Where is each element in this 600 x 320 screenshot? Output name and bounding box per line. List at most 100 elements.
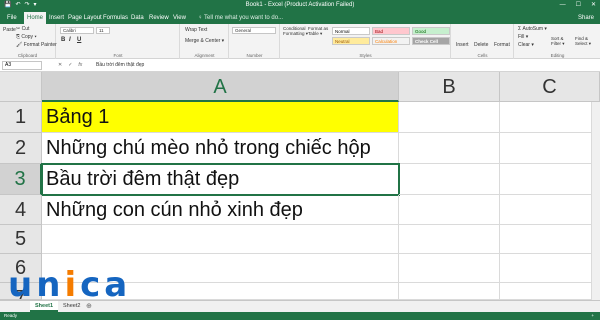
copy-button[interactable]: ⎘ Copy ▾: [16, 34, 37, 40]
column-header-a[interactable]: A: [42, 72, 399, 102]
add-sheet-icon[interactable]: ⊕: [86, 302, 92, 312]
cell-a5[interactable]: [42, 225, 399, 254]
paste-button[interactable]: Paste: [3, 27, 16, 33]
formula-bar: A3 ✕ ✓ fx Bầu trời đêm thật đẹp: [0, 59, 600, 72]
font-label: Font: [113, 53, 123, 58]
ribbon-tabs: File Home Insert Page Layout Formulas Da…: [0, 10, 600, 24]
style-neutral[interactable]: Neutral: [332, 37, 370, 45]
format-painter-button[interactable]: 🖌 Format Painter: [16, 42, 57, 48]
row-header[interactable]: 1: [0, 102, 42, 133]
cell-a3[interactable]: Bầu trời đêm thật đẹp: [41, 163, 400, 196]
cell-b7[interactable]: [399, 283, 500, 300]
cell-a2[interactable]: Những chú mèo nhỏ trong chiếc hộp: [42, 133, 399, 164]
tab-review[interactable]: Review: [146, 12, 172, 24]
autosum-button[interactable]: Σ AutoSum ▾: [518, 26, 547, 32]
clear-button[interactable]: Clear ▾: [518, 42, 534, 48]
cell-c1[interactable]: [500, 102, 592, 133]
style-good[interactable]: Good: [412, 27, 450, 35]
formula-bar-icons: ✕ ✓ fx: [58, 61, 82, 70]
alignment-group: Wrap Text Merge & Center ▾ Alignment: [181, 24, 229, 59]
cell-b6[interactable]: [399, 254, 500, 283]
format-as-table-button[interactable]: Format as Table ▾: [308, 26, 332, 37]
tell-me-search[interactable]: ♀ Tell me what you want to do...: [198, 12, 283, 24]
column-header-c[interactable]: C: [500, 72, 600, 102]
tab-view[interactable]: View: [170, 12, 189, 24]
cell-a1[interactable]: Bảng 1: [42, 102, 399, 133]
select-all-corner[interactable]: [0, 72, 42, 102]
row-header[interactable]: 5: [0, 225, 42, 254]
bold-button[interactable]: B: [61, 37, 65, 43]
cell-b4[interactable]: [399, 195, 500, 225]
row-header[interactable]: 2: [0, 133, 42, 164]
cell-b1[interactable]: [399, 102, 500, 133]
row-header[interactable]: 4: [0, 195, 42, 225]
merge-center-button[interactable]: Merge & Center ▾: [185, 38, 224, 44]
zoom-controls: +: [591, 312, 594, 320]
clipboard-group: Paste ✂ Cut ⎘ Copy ▾ 🖌 Format Painter Cl…: [0, 24, 57, 59]
vertical-scrollbar[interactable]: [592, 102, 600, 300]
cell-b5[interactable]: [399, 225, 500, 254]
sort-filter-button[interactable]: Sort & Filter ▾: [551, 36, 573, 47]
tab-file[interactable]: File: [4, 12, 20, 24]
logo-letter: c: [80, 265, 105, 305]
cell-c4[interactable]: [500, 195, 592, 225]
cell-c3[interactable]: [500, 164, 592, 195]
styles-label: Styles: [359, 53, 372, 58]
format-cells-button[interactable]: Format: [494, 42, 510, 48]
delete-cells-button[interactable]: Delete: [474, 42, 488, 48]
cell-b2[interactable]: [399, 133, 500, 164]
ribbon: Paste ✂ Cut ⎘ Copy ▾ 🖌 Format Painter Cl…: [0, 24, 600, 59]
name-box[interactable]: A3: [2, 61, 42, 70]
sheet-tab-bar: Sheet1 Sheet2 ⊕: [0, 300, 600, 312]
close-button[interactable]: ✕: [591, 0, 596, 10]
status-bar: Ready +: [0, 312, 600, 320]
cell-c6[interactable]: [500, 254, 592, 283]
fill-button[interactable]: Fill ▾: [518, 34, 528, 40]
editing-label: Editing: [550, 53, 565, 58]
minimize-button[interactable]: —: [560, 0, 566, 10]
cell-c5[interactable]: [500, 225, 592, 254]
cell-c7[interactable]: [500, 283, 592, 300]
tab-page-layout[interactable]: Page Layout: [65, 12, 105, 24]
style-calculation[interactable]: Calculation: [372, 37, 410, 45]
number-format-dropdown[interactable]: General: [232, 27, 276, 34]
column-header-b[interactable]: B: [399, 72, 500, 102]
style-check-cell[interactable]: Check Cell: [412, 37, 450, 45]
cell-c2[interactable]: [500, 133, 592, 164]
cells-group: Insert Delete Format Cells: [452, 24, 514, 59]
clipboard-label: Clipboard: [17, 53, 38, 58]
tab-data[interactable]: Data: [128, 12, 147, 24]
row-header[interactable]: 3: [0, 164, 42, 195]
find-select-button[interactable]: Find & Select ▾: [575, 36, 599, 47]
cell-b3[interactable]: [399, 164, 500, 195]
share-button[interactable]: Share: [578, 12, 594, 24]
wrap-text-button[interactable]: Wrap Text: [185, 27, 207, 33]
font-name-dropdown[interactable]: Calibri: [60, 27, 94, 34]
fx-icon[interactable]: fx: [78, 61, 82, 70]
tab-formulas[interactable]: Formulas: [100, 12, 131, 24]
tab-home[interactable]: Home: [24, 12, 47, 24]
status-ready: Ready: [4, 313, 18, 318]
style-normal[interactable]: Normal: [332, 27, 370, 35]
formula-input[interactable]: Bầu trời đêm thật đẹp: [96, 61, 144, 70]
zoom-in-icon[interactable]: +: [591, 312, 594, 320]
cut-button[interactable]: ✂ Cut: [16, 26, 29, 32]
font-group: Calibri 11 B I U Font: [57, 24, 180, 59]
cancel-icon[interactable]: ✕: [58, 61, 62, 70]
window-controls: — ☐ ✕: [560, 0, 596, 10]
enter-icon[interactable]: ✓: [68, 61, 72, 70]
maximize-button[interactable]: ☐: [576, 0, 581, 10]
tab-insert[interactable]: Insert: [46, 12, 67, 24]
styles-group: Conditional Formatting ▾ Format as Table…: [281, 24, 451, 59]
number-label: Number: [246, 53, 263, 58]
style-bad[interactable]: Bad: [372, 27, 410, 35]
logo-letter: a: [104, 265, 132, 305]
font-size-dropdown[interactable]: 11: [96, 27, 110, 34]
underline-button[interactable]: U: [77, 37, 81, 43]
sheet-tab-sheet1[interactable]: Sheet1: [30, 301, 59, 312]
insert-cells-button[interactable]: Insert: [456, 42, 469, 48]
cell-a4[interactable]: Những con cún nhỏ xinh đẹp: [42, 195, 399, 225]
sheet-tab-sheet2[interactable]: Sheet2: [58, 301, 85, 312]
number-group: General Number: [230, 24, 280, 59]
italic-button[interactable]: I: [69, 37, 71, 43]
